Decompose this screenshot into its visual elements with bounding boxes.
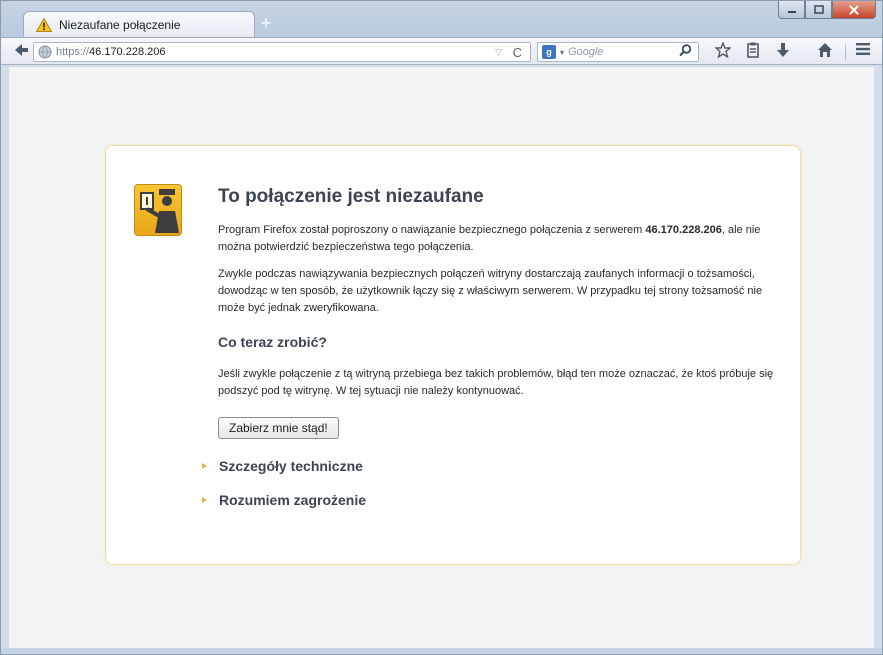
warning-icon xyxy=(35,16,53,32)
home-button[interactable] xyxy=(815,42,835,62)
get-me-out-button[interactable]: Zabierz mnie stąd! xyxy=(218,417,339,439)
search-bar[interactable]: g ▾ Google xyxy=(537,42,699,62)
home-icon xyxy=(818,43,832,57)
minimize-button[interactable] xyxy=(778,1,805,19)
what-to-do-paragraph: Jeśli zwykle połączenie z tą witryną prz… xyxy=(218,368,774,397)
back-arrow-icon xyxy=(15,44,28,56)
window-bottom-border xyxy=(1,648,882,654)
library-button[interactable] xyxy=(743,42,763,62)
google-icon[interactable]: g xyxy=(542,45,556,59)
toolbar-separator xyxy=(845,44,846,60)
url-protocol: https:// xyxy=(56,46,90,58)
certificate-officer-icon xyxy=(134,184,182,236)
understand-risks-expander[interactable]: Rozumiem zagrożenie xyxy=(202,492,366,508)
navigation-toolbar: https:// 46.170.228.206 ▽ C g ▾ Google xyxy=(1,37,882,65)
tab-title: Niezaufane połączenie xyxy=(59,17,181,32)
magnifier-icon[interactable] xyxy=(679,44,692,60)
what-to-do-heading: Co teraz zrobić? xyxy=(218,334,327,350)
back-button[interactable] xyxy=(11,42,31,62)
expander-arrow-icon xyxy=(202,463,207,469)
url-bar[interactable]: https:// 46.170.228.206 ▽ C xyxy=(33,42,531,62)
maximize-button[interactable] xyxy=(805,1,832,19)
maximize-icon xyxy=(813,4,824,14)
clipboard-icon xyxy=(747,42,759,58)
downloads-button[interactable] xyxy=(773,42,793,62)
globe-icon[interactable] xyxy=(38,45,52,59)
new-tab-button[interactable]: + xyxy=(257,14,275,33)
engine-dropdown-icon[interactable]: ▾ xyxy=(560,48,564,57)
window-controls xyxy=(778,1,876,19)
close-button[interactable] xyxy=(832,1,876,19)
url-host: 46.170.228.206 xyxy=(89,46,166,58)
hamburger-menu-icon xyxy=(856,43,870,55)
page-title: To połączenie jest niezaufane xyxy=(218,186,484,207)
bookmark-star-button[interactable] xyxy=(713,41,733,62)
tab-strip: Niezaufane połączenie + xyxy=(1,1,882,37)
explanation-paragraph: Zwykle podczas nawiązywania bezpiecznych… xyxy=(218,268,763,314)
minimize-icon xyxy=(787,10,796,13)
expander-arrow-icon xyxy=(202,497,207,503)
url-history-dropdown-icon[interactable]: ▽ xyxy=(495,47,502,58)
error-page-card: To połączenie jest niezaufane Program Fi… xyxy=(105,145,801,565)
intro-text-prefix: Program Firefox został poproszony o nawi… xyxy=(218,224,646,236)
page-content: To połączenie jest niezaufane Program Fi… xyxy=(9,67,874,650)
intro-paragraph: Program Firefox został poproszony o nawi… xyxy=(218,222,778,256)
close-icon xyxy=(849,4,859,15)
intro-host: 46.170.228.206 xyxy=(645,224,722,236)
menu-button[interactable] xyxy=(853,42,873,62)
understand-risks-label: Rozumiem zagrożenie xyxy=(219,492,367,508)
reload-icon[interactable]: C xyxy=(513,45,522,60)
search-placeholder: Google xyxy=(568,46,604,58)
download-arrow-icon xyxy=(777,43,789,57)
technical-details-label: Szczegóły techniczne xyxy=(219,458,363,474)
tab-active[interactable]: Niezaufane połączenie xyxy=(23,11,255,37)
technical-details-expander[interactable]: Szczegóły techniczne xyxy=(202,458,363,474)
star-icon xyxy=(714,41,732,59)
browser-window: Niezaufane połączenie + https:// 46.170.… xyxy=(0,0,883,655)
